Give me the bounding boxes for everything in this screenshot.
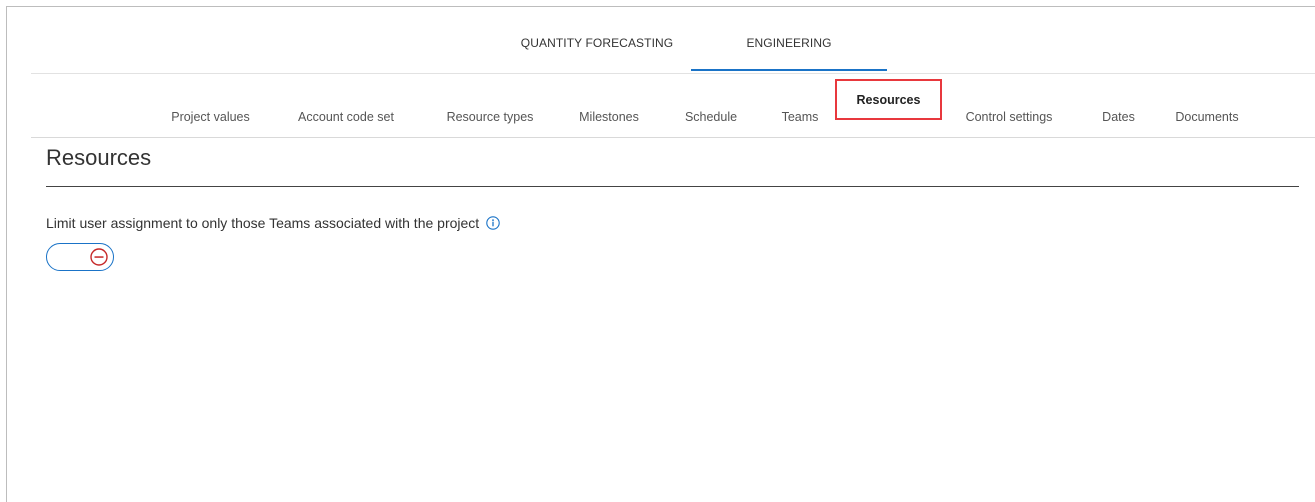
tab-project-values[interactable]: Project values — [158, 97, 263, 137]
page-title: Resources — [46, 145, 152, 170]
tab-schedule[interactable]: Schedule — [671, 97, 751, 137]
tab-milestones[interactable]: Milestones — [563, 97, 655, 137]
tab-resource-types[interactable]: Resource types — [429, 97, 551, 137]
tab-resources[interactable]: Resources — [835, 79, 942, 120]
team-limit-toggle[interactable] — [46, 243, 114, 271]
tab-engineering[interactable]: ENGINEERING — [691, 13, 887, 73]
tab-teams[interactable]: Teams — [768, 97, 832, 137]
tab-documents[interactable]: Documents — [1159, 97, 1255, 137]
tab-quantity-forecasting[interactable]: QUANTITY FORECASTING — [502, 13, 692, 73]
top-tab-bar: QUANTITY FORECASTING ENGINEERING — [31, 13, 1315, 74]
minus-circle-icon — [89, 247, 109, 267]
tab-account-code-set[interactable]: Account code set — [281, 97, 411, 137]
setting-label: Limit user assignment to only those Team… — [46, 215, 480, 231]
sub-tab-bar: Project values Account code set Resource… — [31, 79, 1315, 138]
title-divider — [46, 186, 1299, 187]
setting-row: Limit user assignment to only those Team… — [46, 215, 500, 231]
app-frame: QUANTITY FORECASTING ENGINEERING Project… — [6, 6, 1315, 502]
tab-dates[interactable]: Dates — [1091, 97, 1146, 137]
tab-control-settings[interactable]: Control settings — [949, 97, 1069, 137]
info-circle-icon[interactable] — [486, 216, 500, 230]
